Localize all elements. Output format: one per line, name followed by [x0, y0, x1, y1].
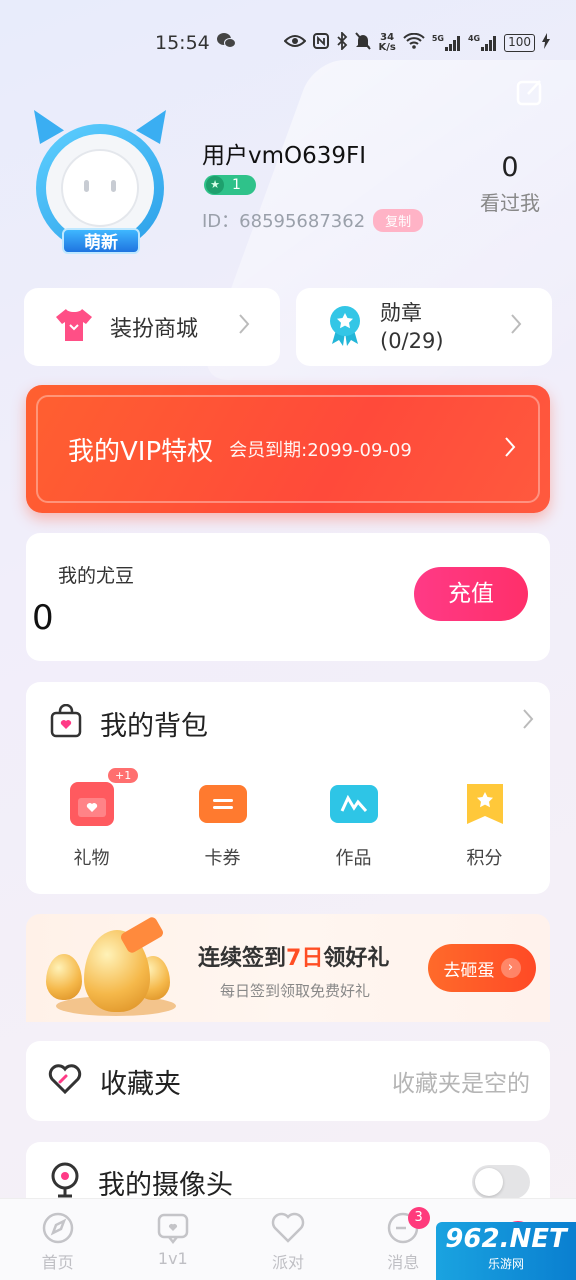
favorites-row[interactable]: 收藏夹 收藏夹是空的: [26, 1041, 550, 1121]
medal-label: 勋章: [380, 301, 422, 325]
vip-privilege-card[interactable]: 我的VIP特权 会员到期:2099-09-09: [26, 385, 550, 513]
points-icon: [463, 782, 507, 826]
chevron-right-icon: [504, 436, 516, 462]
edit-profile-icon[interactable]: [516, 78, 544, 106]
medal-progress: (0/29): [380, 329, 444, 353]
gift-icon: [69, 782, 114, 826]
charging-icon: [542, 33, 550, 53]
medal-card[interactable]: 勋章 (0/29): [296, 288, 552, 366]
shirt-icon: [54, 307, 94, 347]
medal-text: 勋章 (0/29): [380, 299, 510, 355]
backpack-card: 我的背包 +1 礼物 卡券 作品 积分: [26, 682, 550, 894]
battery-indicator: 100: [504, 34, 535, 52]
chat-bubble-icon: [156, 1211, 190, 1245]
ticket-icon: [198, 785, 247, 823]
backpack-item-label: 卡券: [204, 848, 241, 869]
backpack-icon: [50, 703, 82, 738]
avatar[interactable]: 萌新: [30, 110, 170, 260]
messages-badge: 3: [407, 1207, 430, 1229]
signal-5g-icon: 5G: [432, 35, 461, 51]
net-speed: 34 K/s: [378, 32, 396, 53]
tab-home[interactable]: 首页: [0, 1199, 115, 1280]
heart-icon: [271, 1211, 305, 1245]
smash-egg-label: 去砸蛋: [443, 960, 495, 981]
avatar-face: [46, 134, 154, 242]
watermark-logo: 962.NET 乐游网: [436, 1222, 576, 1280]
camera-icon: [50, 1162, 80, 1202]
tab-party[interactable]: 派对: [230, 1199, 345, 1280]
backpack-title: 我的背包: [100, 711, 208, 742]
backpack-item-label: 作品: [335, 848, 372, 869]
medal-icon: [326, 304, 364, 350]
dressup-shop-label: 装扮商城: [110, 317, 199, 342]
camera-title: 我的摄像头: [98, 1169, 233, 1201]
vip-title: 我的VIP特权: [68, 436, 214, 467]
tab-label: 派对: [272, 1253, 305, 1272]
backpack-item-works[interactable]: 作品: [288, 782, 419, 870]
signal-4g-icon: 4G: [468, 35, 497, 51]
backpack-item-points[interactable]: 积分: [419, 782, 550, 870]
level-value: 1: [232, 177, 241, 193]
eye-icon: [284, 34, 307, 52]
beans-label: 我的尤豆: [58, 565, 135, 587]
recharge-button[interactable]: 充值: [414, 567, 528, 621]
level-badge: ★ 1: [204, 175, 256, 195]
signin-subtitle: 每日签到领取免费好礼: [220, 982, 371, 1000]
small-egg-icon: [46, 954, 82, 1000]
favorites-empty-text: 收藏夹是空的: [392, 1071, 530, 1097]
username: 用户vmO639FI: [202, 143, 367, 169]
nfc-icon: [313, 33, 330, 53]
visitors-label: 看过我: [480, 191, 540, 215]
newbie-badge: 萌新: [62, 228, 140, 254]
beans-balance: 0: [32, 598, 54, 638]
backpack-item-label: 积分: [466, 848, 503, 869]
backpack-items: +1 礼物 卡券 作品 积分: [26, 768, 550, 870]
status-bar: 15:54 34 K/s 5G 4G 100: [0, 0, 576, 86]
copy-id-button[interactable]: 复制: [373, 208, 424, 232]
favorites-heart-icon: [48, 1064, 82, 1098]
mute-bell-icon: [355, 32, 372, 54]
signin-title: 连续签到7日领好礼: [198, 946, 390, 971]
smash-egg-button[interactable]: 去砸蛋 ›: [428, 944, 536, 992]
backpack-chevron-icon[interactable]: [522, 708, 534, 734]
home-icon: [41, 1211, 75, 1245]
visitors-counter[interactable]: 0 看过我: [468, 152, 552, 216]
status-time: 15:54: [155, 32, 210, 54]
chevron-right-icon: ›: [500, 958, 521, 978]
wifi-icon: [403, 32, 425, 53]
user-id-row: ID：68595687362 复制: [202, 207, 424, 233]
camera-toggle[interactable]: [472, 1165, 530, 1199]
tab-1v1[interactable]: 1v1: [115, 1199, 230, 1280]
backpack-item-label: 礼物: [73, 848, 110, 869]
works-icon: [329, 785, 378, 823]
favorites-title: 收藏夹: [100, 1068, 181, 1100]
gift-count-badge: +1: [108, 768, 139, 783]
backpack-item-coupon[interactable]: 卡券: [157, 782, 288, 870]
user-id: ID：68595687362: [202, 211, 366, 232]
bluetooth-icon: [336, 30, 348, 54]
tab-label: 1v1: [157, 1249, 188, 1268]
level-star-icon: ★: [206, 176, 224, 194]
tab-label: 首页: [41, 1253, 74, 1272]
signin-banner[interactable]: 连续签到7日领好礼 每日签到领取免费好礼 去砸蛋 ›: [26, 914, 550, 1022]
backpack-item-gift[interactable]: +1 礼物: [26, 768, 157, 870]
wechat-icon: [216, 32, 236, 54]
dressup-shop-card[interactable]: 装扮商城: [24, 288, 280, 366]
vip-expire-date: 会员到期:2099-09-09: [229, 440, 412, 461]
chevron-right-icon: [510, 313, 522, 341]
chevron-right-icon: [238, 313, 250, 341]
visitors-count: 0: [501, 152, 519, 183]
